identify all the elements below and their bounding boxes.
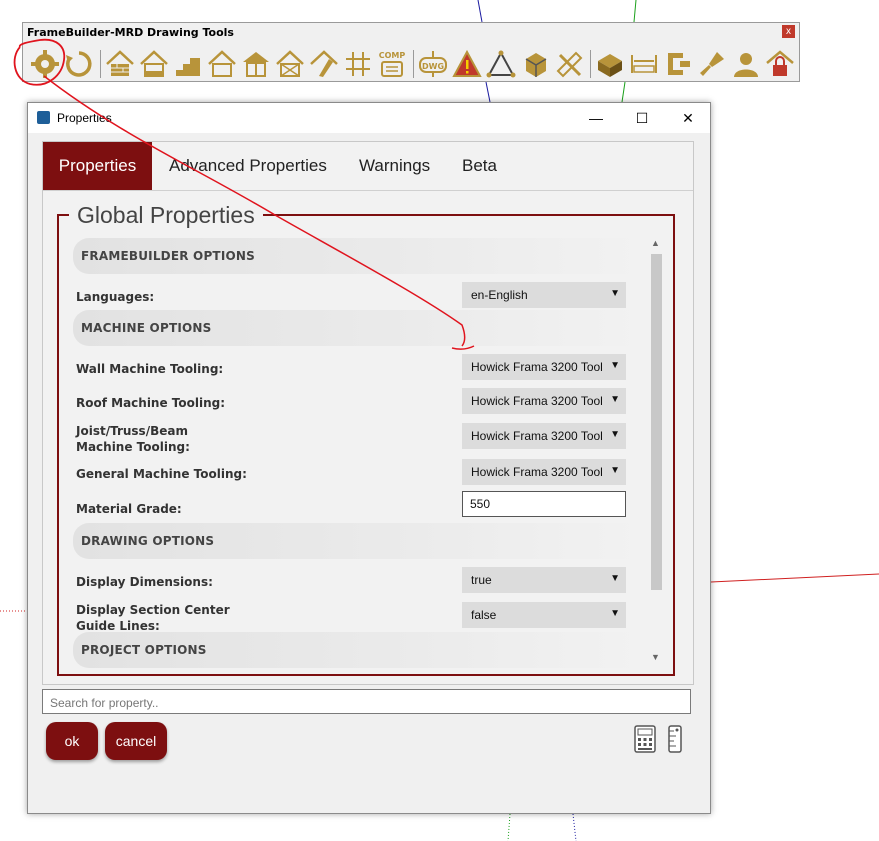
property-search-input[interactable] [48, 692, 672, 714]
scroll-up-icon[interactable]: ▲ [651, 238, 660, 248]
languages-select[interactable]: en-English ▼ [462, 282, 626, 308]
dwg-label: DWG [422, 62, 444, 71]
house-frame-icon[interactable] [240, 47, 272, 81]
triangle-tool-icon[interactable] [485, 47, 517, 81]
stairs-icon[interactable] [172, 47, 204, 81]
material-grade-label: Material Grade: [76, 502, 182, 516]
gear-icon[interactable] [29, 47, 61, 81]
house-outline-icon[interactable] [206, 47, 238, 81]
display-dimensions-select[interactable]: true ▼ [462, 567, 626, 593]
select-value: Howick Frama 3200 Tool [471, 360, 603, 374]
dropdown-arrow-icon: ▼ [610, 608, 620, 619]
group-title: Global Properties [69, 202, 263, 229]
wall-tooling-select[interactable]: Howick Frama 3200 Tool ▼ [462, 354, 626, 380]
tab-advanced-properties[interactable]: Advanced Properties [169, 142, 327, 190]
calculator-icon[interactable] [634, 725, 656, 758]
properties-panel: Properties Advanced Properties Warnings … [42, 141, 694, 685]
ruler-pencil-icon[interactable] [553, 47, 585, 81]
pencil-house-icon[interactable] [308, 47, 340, 81]
select-value: false [471, 608, 497, 622]
select-value: en-English [471, 288, 528, 302]
toolbar-title: FrameBuilder-MRD Drawing Tools [27, 26, 234, 39]
clamp-icon[interactable] [662, 47, 694, 81]
close-button[interactable]: ✕ [665, 103, 711, 133]
dropdown-arrow-icon: ▼ [610, 394, 620, 405]
properties-dialog: Properties — ☐ ✕ Properties Advanced Pro… [27, 102, 711, 814]
roof-tooling-select[interactable]: Howick Frama 3200 Tool ▼ [462, 388, 626, 414]
refresh-icon[interactable] [63, 47, 95, 81]
languages-label: Languages: [76, 290, 155, 304]
tab-beta[interactable]: Beta [462, 142, 497, 190]
joist-tooling-select[interactable]: Howick Frama 3200 Tool ▼ [462, 423, 626, 449]
section-label: MACHINE OPTIONS [81, 321, 212, 335]
section-label: DRAWING OPTIONS [81, 534, 215, 548]
roof-tooling-label: Roof Machine Tooling: [76, 396, 226, 410]
tab-properties[interactable]: Properties [43, 142, 152, 190]
house-icon[interactable] [138, 47, 170, 81]
global-properties-group: Global Properties FRAMEBUILDER OPTIONS L… [57, 202, 675, 676]
material-grade-input[interactable]: 550 [462, 491, 626, 517]
dropdown-arrow-icon: ▼ [610, 429, 620, 440]
select-value: true [471, 573, 492, 587]
house-cross-icon[interactable] [274, 47, 306, 81]
comp-icon[interactable]: COMP [376, 47, 408, 81]
app-icon [37, 111, 50, 124]
select-value: Howick Frama 3200 Tool [471, 465, 603, 479]
house-wall-icon[interactable] [104, 47, 136, 81]
select-value: Howick Frama 3200 Tool [471, 429, 603, 443]
section-label: FRAMEBUILDER OPTIONS [81, 249, 255, 263]
dialog-title: Properties [57, 111, 112, 125]
toolbar-separator [100, 50, 101, 78]
section-guides-label: Display Section Center Guide Lines: [76, 603, 230, 633]
general-tooling-label: General Machine Tooling: [76, 467, 247, 481]
ok-button[interactable]: ok [46, 722, 98, 760]
section-framebuilder-options[interactable]: FRAMEBUILDER OPTIONS [73, 238, 647, 274]
dropdown-arrow-icon: ▼ [610, 465, 620, 476]
section-guides-select[interactable]: false ▼ [462, 602, 626, 628]
maximize-button[interactable]: ☐ [619, 103, 665, 133]
property-list-scrollbar[interactable]: ▲ ▼ [649, 238, 663, 668]
user-icon[interactable] [730, 47, 762, 81]
tab-bar: Properties Advanced Properties Warnings … [43, 142, 693, 191]
minimize-button[interactable]: — [573, 103, 619, 133]
section-label: PROJECT OPTIONS [81, 643, 207, 657]
dropdown-arrow-icon: ▼ [610, 288, 620, 299]
scroll-down-icon[interactable]: ▼ [651, 652, 660, 662]
scroll-thumb[interactable] [651, 254, 662, 590]
display-dimensions-label: Display Dimensions: [76, 575, 213, 589]
dropdown-arrow-icon: ▼ [610, 573, 620, 584]
lock-house-icon[interactable] [764, 47, 796, 81]
framebuilder-toolbar: FrameBuilder-MRD Drawing Tools x COMP DW… [22, 22, 800, 82]
wall-tooling-label: Wall Machine Tooling: [76, 362, 224, 376]
joist-tooling-label: Joist/Truss/Beam Machine Tooling: [76, 424, 190, 454]
ruler-icon[interactable] [668, 725, 682, 758]
select-value: Howick Frama 3200 Tool [471, 394, 603, 408]
box-icon[interactable] [594, 47, 626, 81]
section-project-options[interactable]: PROJECT OPTIONS [73, 632, 647, 668]
tab-warnings[interactable]: Warnings [359, 142, 430, 190]
input-value: 550 [470, 497, 491, 511]
comp-label: COMP [379, 51, 406, 60]
general-tooling-select[interactable]: Howick Frama 3200 Tool ▼ [462, 459, 626, 485]
dialog-titlebar[interactable]: Properties — ☐ ✕ [28, 103, 710, 133]
cancel-button[interactable]: cancel [105, 722, 167, 760]
measure-icon[interactable] [628, 47, 660, 81]
toolbar-close-button[interactable]: x [782, 25, 795, 38]
section-machine-options[interactable]: MACHINE OPTIONS [73, 310, 647, 346]
section-drawing-options[interactable]: DRAWING OPTIONS [73, 523, 647, 559]
dropdown-arrow-icon: ▼ [610, 360, 620, 371]
toolbar-icons: COMP DWG [29, 47, 798, 81]
cube-edit-icon[interactable] [519, 47, 551, 81]
grid-icon[interactable] [342, 47, 374, 81]
property-list[interactable]: FRAMEBUILDER OPTIONS Languages: en-Engli… [73, 238, 647, 668]
warning-icon[interactable] [451, 47, 483, 81]
property-search-field[interactable] [42, 689, 691, 714]
brush-icon[interactable] [696, 47, 728, 81]
toolbar-separator [590, 50, 591, 78]
dwg-icon[interactable]: DWG [417, 47, 449, 81]
toolbar-separator [413, 50, 414, 78]
